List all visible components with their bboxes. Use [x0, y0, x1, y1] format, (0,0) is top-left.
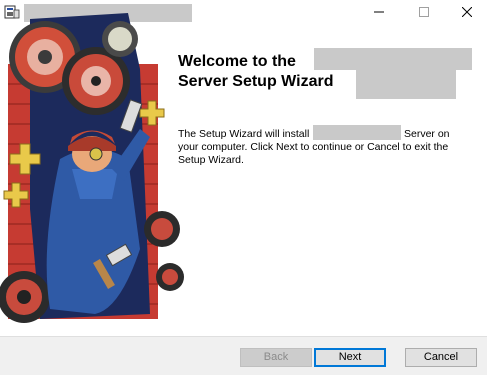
minimize-button[interactable]: [356, 0, 402, 24]
description-line-1-suffix: Server on: [404, 128, 450, 140]
product-name-redacted: [314, 48, 472, 70]
description-line-1-prefix: The Setup Wizard will install: [178, 128, 310, 140]
maximize-button[interactable]: [401, 0, 447, 24]
description-line-2: your computer. Click Next to continue or…: [178, 141, 449, 153]
back-button[interactable]: Back: [240, 348, 312, 367]
cancel-button[interactable]: Cancel: [405, 348, 477, 367]
close-icon: [462, 7, 472, 17]
close-button[interactable]: [444, 0, 487, 24]
next-button[interactable]: Next: [314, 348, 386, 367]
minimize-icon: [374, 11, 384, 13]
heading-line-1: Welcome to the: [178, 53, 296, 70]
product-name-redacted-3: [313, 125, 401, 140]
maximize-icon: [419, 7, 429, 17]
wizard-banner-illustration: [0, 13, 184, 323]
heading-line-2: Server Setup Wizard: [178, 73, 334, 90]
description-line-3: Setup Wizard.: [178, 154, 244, 166]
product-name-redacted-2: [356, 69, 456, 99]
